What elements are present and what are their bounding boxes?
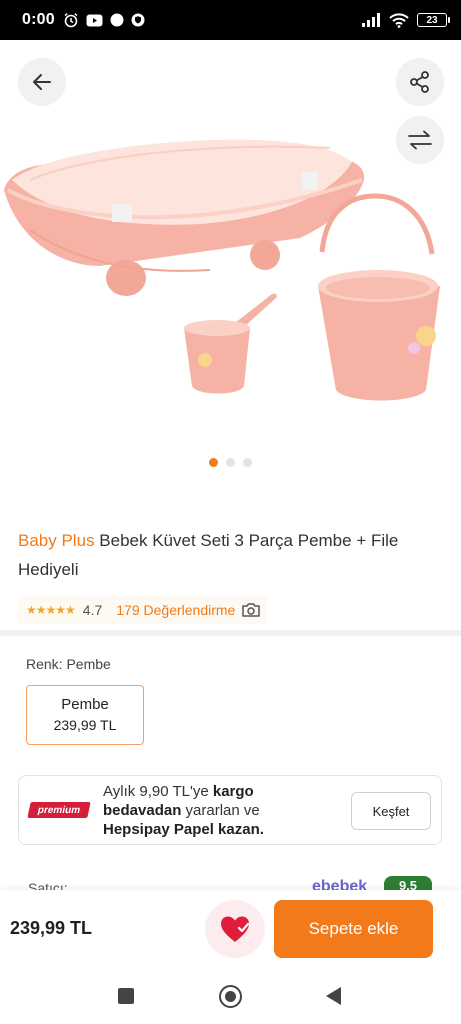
product-title: Baby Plus Bebek Küvet Seti 3 Parça Pembe… <box>18 526 448 584</box>
star-rating-icon: ★★★★★ <box>26 603 76 617</box>
premium-promo-banner: premium Aylık 9,90 TL'ye kargo bedavadan… <box>18 775 442 845</box>
discover-button[interactable]: Keşfet <box>351 792 431 830</box>
status-bar: 0:00 23 <box>0 0 461 40</box>
gallery-pagination <box>0 458 461 467</box>
wifi-icon <box>389 12 409 28</box>
share-button[interactable] <box>396 58 444 106</box>
product-image-gallery[interactable] <box>0 40 461 480</box>
favorite-button[interactable] <box>205 900 265 958</box>
bottom-action-bar: 239,99 TL Sepete ekle <box>0 890 461 968</box>
arrow-left-icon <box>33 74 51 90</box>
section-divider <box>0 630 461 636</box>
promo-text-3: yararlan ve <box>181 801 260 819</box>
home-icon[interactable] <box>219 985 242 1008</box>
back-button[interactable] <box>18 58 66 106</box>
seller-score-badge: 9,5 <box>384 876 432 890</box>
rating-value: 4.7 <box>82 602 103 618</box>
gallery-dot[interactable] <box>226 458 235 467</box>
back-triangle-icon[interactable] <box>326 987 341 1005</box>
record-dot-icon <box>110 13 124 27</box>
status-time: 0:00 <box>22 11 55 28</box>
battery-indicator: 23 <box>417 13 450 27</box>
compare-arrows-icon <box>408 130 432 150</box>
status-notification-icons <box>63 12 145 28</box>
shield-app-icon <box>131 13 145 27</box>
bottom-price: 239,99 TL <box>10 918 93 938</box>
variant-name: Pembe <box>61 696 109 713</box>
recents-icon[interactable] <box>118 988 134 1004</box>
seller-label: Satıcı: <box>28 880 68 890</box>
camera-icon <box>241 602 261 618</box>
seller-row[interactable]: Satıcı: ebebek 9,5 <box>0 868 461 890</box>
reviews-link[interactable]: 179 Değerlendirme <box>116 602 235 618</box>
promo-text-1: Aylık 9,90 TL'ye <box>103 782 213 800</box>
add-to-cart-button[interactable]: Sepete ekle <box>274 900 433 958</box>
gallery-dot[interactable] <box>243 458 252 467</box>
variant-price: 239,99 TL <box>53 717 117 733</box>
color-label: Renk: Pembe <box>26 656 111 672</box>
battery-level: 23 <box>426 14 438 26</box>
rating-row[interactable]: ★★★★★ 4.7 179 Değerlendirme <box>18 596 268 624</box>
product-image <box>4 139 440 401</box>
compare-button[interactable] <box>396 116 444 164</box>
share-icon <box>410 71 429 93</box>
premium-badge: premium <box>27 802 91 818</box>
seller-name[interactable]: ebebek <box>312 878 367 890</box>
status-system-icons: 23 <box>361 12 450 28</box>
heart-icon <box>221 916 250 942</box>
promo-text: Aylık 9,90 TL'ye kargo bedavadan yararla… <box>103 782 311 839</box>
variant-option-pembe[interactable]: Pembe 239,99 TL <box>26 685 144 745</box>
brand-link[interactable]: Baby Plus <box>18 531 95 550</box>
youtube-icon <box>86 14 103 26</box>
alarm-icon <box>64 13 78 28</box>
system-nav-bar <box>0 968 461 1024</box>
signal-icon <box>362 13 380 27</box>
gallery-dot[interactable] <box>209 458 218 467</box>
promo-text-4: Hepsipay Papel kazan. <box>103 820 264 838</box>
